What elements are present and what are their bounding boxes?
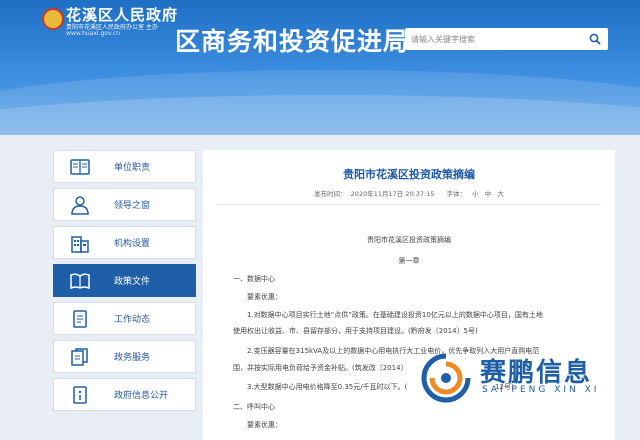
- sidebar-item-label: 领导之窗: [114, 201, 151, 211]
- font-size-medium-link[interactable]: 中: [485, 190, 492, 198]
- sidebar-item-label: 单位职责: [114, 163, 151, 173]
- person-icon: [68, 195, 92, 215]
- article-meta: 发布时间： 2020年11月17日 20:37:15 字体： 小 中 大: [203, 188, 615, 198]
- sidebar-item-responsibilities[interactable]: 单位职责: [53, 150, 196, 183]
- section-heading: 一、数据中心: [233, 275, 275, 283]
- sidebar-item-label: 工作动态: [114, 315, 151, 325]
- info-book-icon: [68, 385, 92, 405]
- sidebar-item-government-services[interactable]: 政务服务: [53, 340, 196, 373]
- brand-watermark: 赛鹏信息 SAI PENG XIN XI: [418, 348, 628, 408]
- brand-logo-icon: [421, 353, 471, 403]
- font-size-large-link[interactable]: 大: [497, 190, 504, 198]
- sidebar-item-label: 政府信息公开: [114, 391, 169, 401]
- site-url: www.huaxi.gov.cn: [66, 30, 121, 37]
- paragraph-line: 3.大型数据中心用电价格降至0.35元/千瓦时以下。(: [247, 383, 408, 391]
- files-icon: [68, 347, 92, 367]
- site-header: 花溪区人民政府 贵阳市花溪区人民政府办公室 主办 www.huaxi.gov.c…: [0, 0, 640, 135]
- building-icon: [68, 233, 92, 253]
- paragraph-line: 使用权出让收益、市、县留存部分，用于支持项目建设。(黔府发〔2014〕5号): [233, 327, 478, 335]
- sidebar-item-organization[interactable]: 机构设置: [53, 226, 196, 259]
- sidebar-nav: 单位职责 领导之窗 机构设置 政策文件 工作动态 政务服务 政府信息公开: [53, 150, 196, 416]
- sidebar-item-label: 机构设置: [114, 239, 151, 249]
- sidebar-item-label: 政策文件: [114, 277, 151, 287]
- sidebar-item-policy-documents[interactable]: 政策文件: [53, 264, 196, 297]
- search-input[interactable]: [405, 28, 580, 50]
- search-box: [405, 28, 608, 50]
- open-book-icon: [68, 271, 92, 291]
- sidebar-item-leadership[interactable]: 领导之窗: [53, 188, 196, 221]
- book-icon: [68, 157, 92, 177]
- paragraph-line: 围，并按实际用电负荷给予资金补贴。(筑发改〔2014〕: [233, 364, 408, 372]
- published-label: 发布时间：: [314, 190, 347, 198]
- policy-subheading: 要素优惠：: [247, 293, 282, 301]
- header-wave-decoration: [0, 95, 640, 135]
- section-heading: 二、呼叫中心: [233, 403, 275, 411]
- sidebar-item-work-news[interactable]: 工作动态: [53, 302, 196, 335]
- published-time: 2020年11月17日 20:37:15: [350, 190, 435, 198]
- search-button[interactable]: [582, 28, 608, 50]
- sidebar-item-information-disclosure[interactable]: 政府信息公开: [53, 378, 196, 411]
- watermark-pinyin: SAI PENG XIN XI: [482, 385, 600, 395]
- divider: [217, 204, 601, 205]
- paragraph-line: 1.对数据中心项目实行土地“点供”政策。在基础建设投资10亿元以上的数据中心项目…: [247, 311, 543, 319]
- document-heading: 贵阳市花溪区投资政策摘编: [367, 236, 451, 244]
- policy-subheading: 要素优惠：: [247, 421, 282, 429]
- font-size-small-link[interactable]: 小: [472, 190, 479, 198]
- article-title: 贵阳市花溪区投资政策摘编: [343, 168, 475, 181]
- national-emblem-icon: [42, 8, 64, 30]
- department-title: 区商务和投资促进局: [175, 27, 410, 56]
- sidebar-item-label: 政务服务: [114, 353, 151, 363]
- search-icon: [589, 33, 601, 45]
- chapter-heading: 第一章: [398, 257, 420, 265]
- document-icon: [68, 309, 92, 329]
- font-size-label: 字体：: [446, 190, 467, 198]
- watermark-chinese: 赛鹏信息: [480, 358, 593, 388]
